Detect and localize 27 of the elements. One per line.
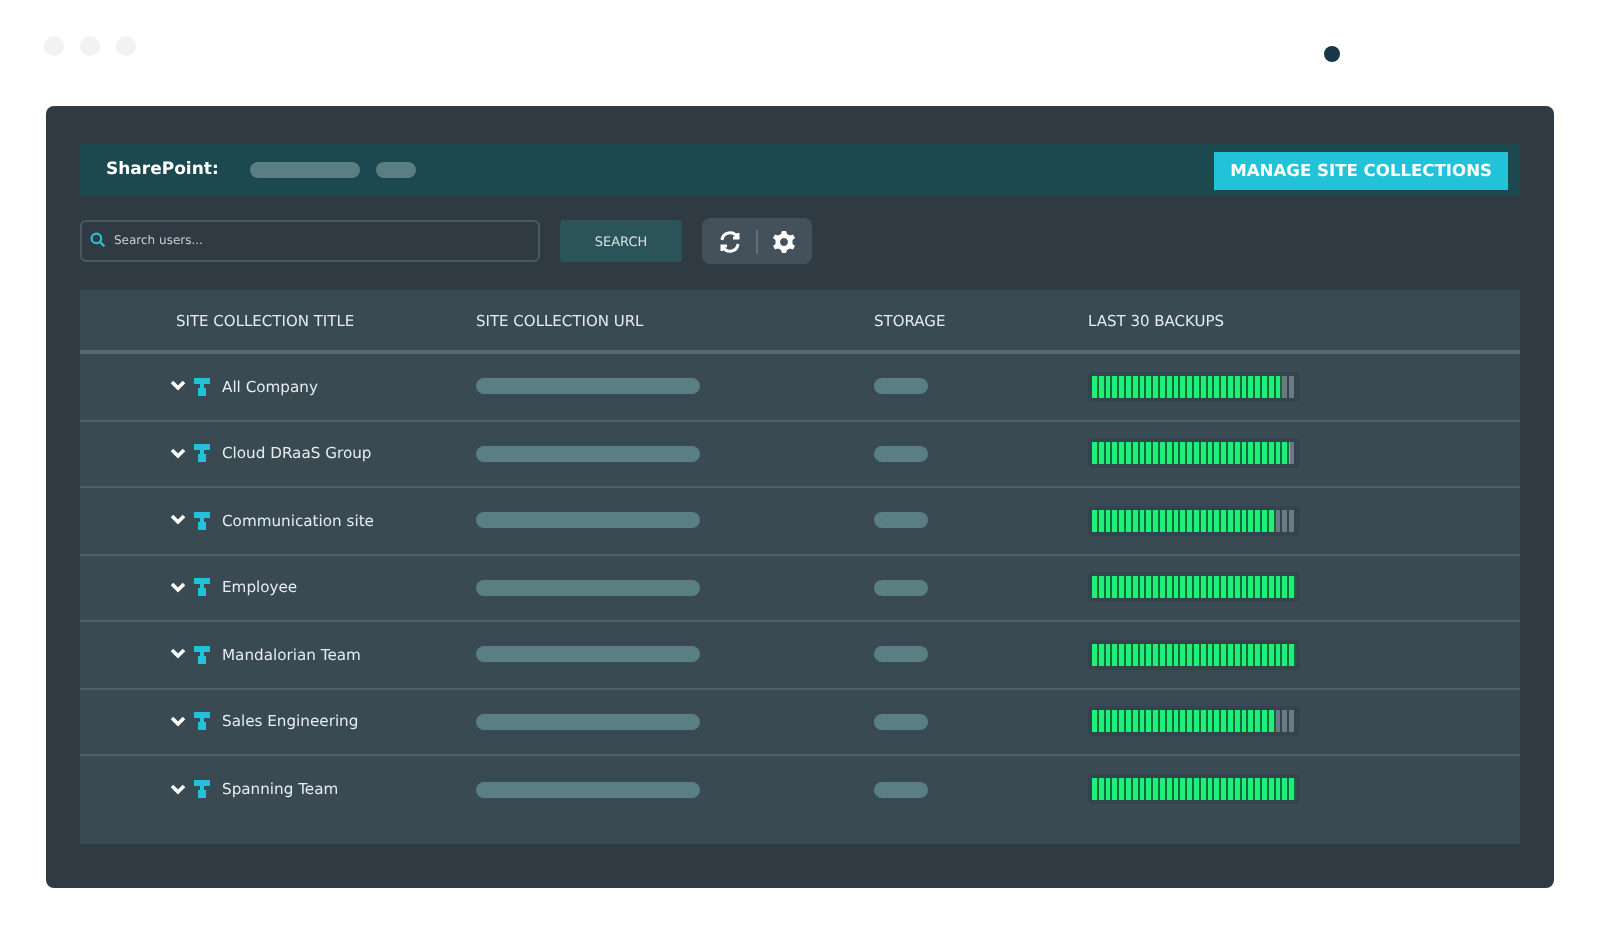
expand-chevron-icon[interactable] [170, 380, 186, 393]
site-icon [194, 712, 210, 731]
expand-chevron-icon[interactable] [170, 715, 186, 728]
status-dot [1324, 46, 1340, 62]
redacted-storage-bar [874, 579, 928, 596]
expand-chevron-icon[interactable] [170, 581, 186, 594]
expand-chevron-icon[interactable] [170, 514, 186, 527]
redacted-storage-bar [874, 378, 928, 395]
sharepoint-label: SharePoint: [106, 160, 219, 180]
site-icon [194, 578, 210, 597]
redacted-storage-bar [874, 781, 928, 798]
expand-chevron-icon[interactable] [170, 783, 186, 796]
redacted-bar [376, 162, 417, 178]
site-icon [194, 645, 210, 664]
redacted-storage-bar [874, 445, 928, 462]
redacted-storage-bar [874, 512, 928, 529]
redacted-bar [250, 162, 361, 178]
expand-chevron-icon[interactable] [170, 447, 186, 460]
redacted-storage-bar [874, 646, 928, 663]
site-icon [194, 511, 210, 530]
expand-chevron-icon[interactable] [170, 648, 186, 661]
settings-icon[interactable] [768, 225, 800, 257]
search-icon [90, 232, 106, 248]
site-icon [194, 780, 210, 799]
site-icon [194, 377, 210, 396]
redacted-storage-bar [874, 713, 928, 730]
site-icon [194, 444, 210, 463]
